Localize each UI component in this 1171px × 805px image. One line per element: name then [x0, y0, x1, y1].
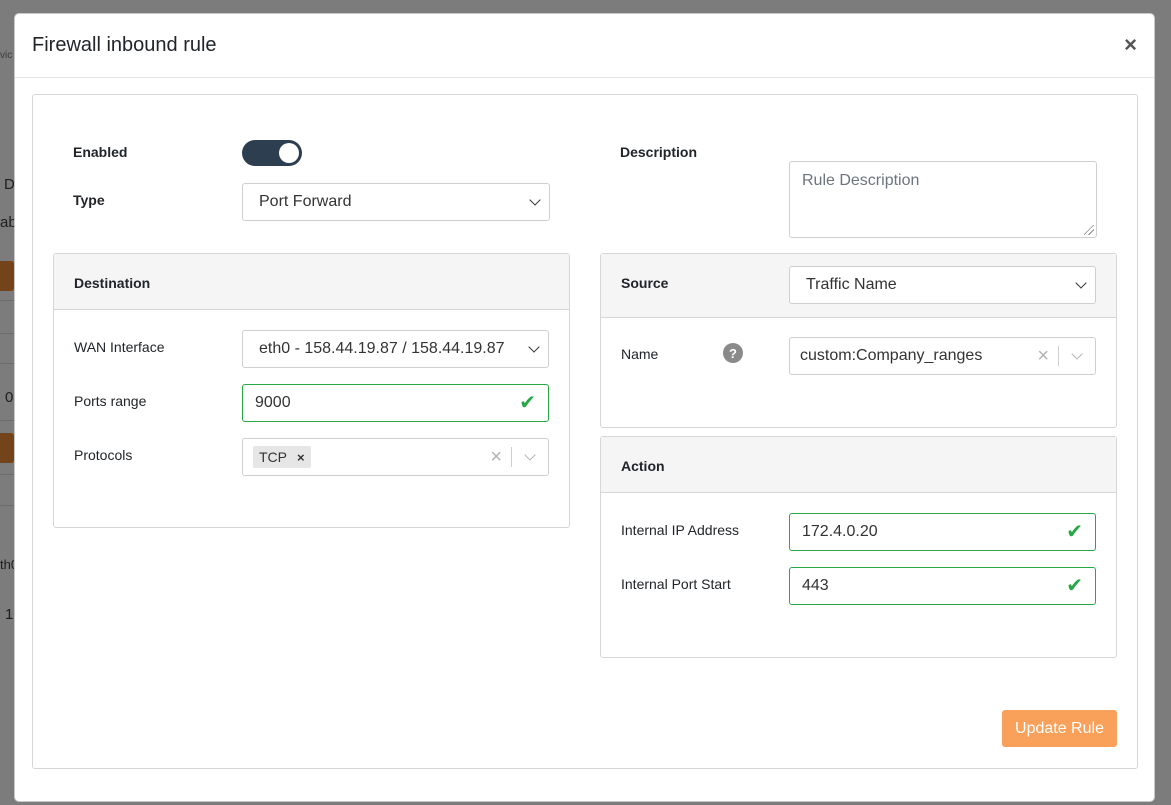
source-name-label: Name — [621, 346, 659, 362]
internal-port-value: 443 — [802, 577, 829, 594]
resize-handle-icon[interactable] — [1084, 225, 1094, 235]
source-type-value: Traffic Name — [806, 276, 897, 293]
help-icon[interactable]: ? — [723, 343, 743, 363]
modal-header: Firewall inbound rule × — [15, 14, 1154, 78]
source-title: Source — [621, 275, 669, 291]
destination-panel: Destination WAN Interface eth0 - 158.44.… — [53, 253, 570, 528]
ports-range-label: Ports range — [74, 393, 147, 409]
type-label: Type — [73, 192, 105, 208]
internal-port-input[interactable]: 443 ✔ — [789, 567, 1096, 605]
action-panel-header: Action — [601, 437, 1116, 493]
wan-interface-select[interactable]: eth0 - 158.44.19.87 / 158.44.19.87 — [242, 330, 549, 368]
destination-panel-header: Destination — [54, 254, 569, 310]
description-label: Description — [620, 144, 698, 160]
protocol-tag: TCP × — [253, 446, 311, 468]
remove-tag-icon[interactable]: × — [297, 450, 305, 465]
update-rule-button[interactable]: Update Rule — [1002, 710, 1117, 747]
wan-interface-value: eth0 - 158.44.19.87 / 158.44.19.87 — [259, 340, 505, 357]
wan-interface-label: WAN Interface — [74, 339, 165, 355]
type-select-value: Port Forward — [259, 193, 352, 210]
check-icon: ✔ — [1066, 521, 1083, 543]
enabled-label: Enabled — [73, 144, 128, 160]
clear-icon[interactable]: × — [1028, 345, 1058, 368]
source-panel: Source Traffic Name Name ? custom:Compan… — [600, 253, 1117, 428]
protocols-multiselect[interactable]: TCP × × — [242, 438, 549, 476]
chevron-down-icon[interactable] — [1059, 348, 1095, 360]
internal-ip-input[interactable]: 172.4.0.20 ✔ — [789, 513, 1096, 551]
protocol-tag-label: TCP — [259, 449, 287, 465]
chevron-down-icon[interactable] — [512, 449, 548, 461]
modal-title: Firewall inbound rule — [32, 34, 217, 56]
type-select[interactable]: Port Forward — [242, 183, 550, 221]
action-panel: Action Internal IP Address 172.4.0.20 ✔ … — [600, 436, 1117, 658]
rule-form-card: Enabled Type Port Forward Description Ru… — [32, 94, 1138, 769]
source-name-select[interactable]: custom:Company_ranges × — [789, 337, 1096, 375]
source-type-select[interactable]: Traffic Name — [789, 266, 1096, 304]
ports-range-value: 9000 — [255, 394, 291, 411]
action-title: Action — [621, 458, 665, 474]
chevron-down-icon — [529, 194, 541, 206]
internal-ip-value: 172.4.0.20 — [802, 523, 878, 540]
chevron-down-icon — [1075, 277, 1087, 289]
source-panel-header: Source Traffic Name — [601, 254, 1116, 318]
clear-icon[interactable]: × — [481, 446, 511, 469]
check-icon: ✔ — [1066, 575, 1083, 597]
description-textarea[interactable]: Rule Description — [789, 161, 1097, 238]
destination-title: Destination — [74, 275, 151, 291]
firewall-rule-modal: Firewall inbound rule × Enabled Type Por… — [14, 13, 1155, 802]
internal-ip-label: Internal IP Address — [621, 522, 740, 538]
internal-port-label: Internal Port Start — [621, 576, 731, 592]
toggle-knob — [279, 143, 299, 163]
protocols-label: Protocols — [74, 447, 133, 463]
description-placeholder: Rule Description — [802, 172, 920, 189]
enabled-toggle[interactable] — [242, 140, 302, 166]
chevron-down-icon — [528, 341, 540, 353]
close-icon[interactable]: × — [1124, 33, 1137, 56]
ports-range-input[interactable]: 9000 ✔ — [242, 384, 549, 422]
source-name-value: custom:Company_ranges — [800, 347, 983, 364]
check-icon: ✔ — [519, 392, 536, 414]
